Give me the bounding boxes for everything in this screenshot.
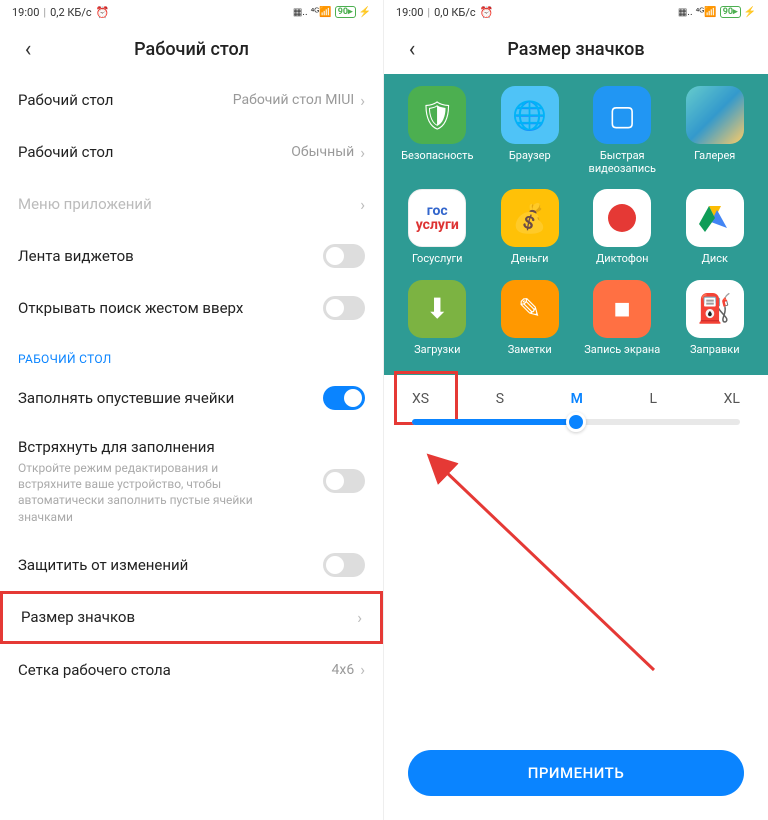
row-widgets[interactable]: Лента виджетов xyxy=(0,230,383,282)
icon-size-screen: 19:00 | 0,0 КБ/с ⏰ ▦.. ⁴ᴳ📶 90▸ ⚡ ‹ Разме… xyxy=(384,0,768,820)
battery-icon: 90▸ xyxy=(720,6,741,18)
row-shake[interactable]: Встряхнуть для заполнения Откройте режим… xyxy=(0,424,383,539)
sim-icon: ▦.. xyxy=(678,7,693,18)
size-xl[interactable]: XL xyxy=(724,391,740,407)
page-title: Рабочий стол xyxy=(0,39,383,60)
row-value: 4x6 xyxy=(332,662,355,678)
shield-icon: 🛡 xyxy=(408,86,466,144)
signal-icon: ⁴ᴳ📶 xyxy=(696,7,717,18)
app-fastrec[interactable]: ▢Быстрая видеозапись xyxy=(579,86,666,175)
size-m[interactable]: M xyxy=(571,391,583,407)
size-slider[interactable] xyxy=(412,419,740,425)
app-recorder[interactable]: Диктофон xyxy=(579,189,666,266)
record-icon xyxy=(593,189,651,247)
row-search-up[interactable]: Открывать поиск жестом вверх xyxy=(0,282,383,334)
slider-thumb[interactable] xyxy=(566,412,586,432)
battery-icon: 90▸ xyxy=(335,6,356,18)
row-label: Лента виджетов xyxy=(18,247,134,265)
globe-icon: 🌐 xyxy=(501,86,559,144)
status-time: 19:00 xyxy=(396,6,423,19)
gosuslugi-icon: госуслуги xyxy=(408,189,466,247)
size-selector: XS S M L XL xyxy=(384,375,768,435)
row-description: Откройте режим редактирования и встряхни… xyxy=(18,460,278,525)
size-s[interactable]: S xyxy=(496,391,504,407)
header: ‹ Рабочий стол xyxy=(0,24,383,74)
chevron-right-icon: › xyxy=(360,195,365,214)
chevron-right-icon: › xyxy=(357,608,362,627)
apply-button[interactable]: ПРИМЕНИТЬ xyxy=(408,750,744,796)
size-l[interactable]: L xyxy=(649,391,657,407)
chevron-right-icon: › xyxy=(360,91,365,110)
row-label: Рабочий стол xyxy=(18,143,113,161)
fuel-icon: ⛽ xyxy=(686,280,744,338)
row-label: Сетка рабочего стола xyxy=(18,661,171,679)
row-appmenu: Меню приложений › xyxy=(0,178,383,230)
row-label: Заполнять опустевшие ячейки xyxy=(18,389,234,407)
pencil-icon: ✎ xyxy=(501,280,559,338)
row-grid[interactable]: Сетка рабочего стола 4x6 › xyxy=(0,644,383,696)
app-screenrec[interactable]: ■Запись экрана xyxy=(579,280,666,357)
app-notes[interactable]: ✎Заметки xyxy=(487,280,574,357)
status-bar: 19:00 | 0,2 КБ/с ⏰ ▦.. ⁴ᴳ📶 90▸ ⚡ xyxy=(0,0,383,24)
row-value: Обычный xyxy=(291,144,354,160)
signal-icon: ⁴ᴳ📶 xyxy=(311,7,332,18)
gallery-icon xyxy=(686,86,744,144)
row-label: Меню приложений xyxy=(18,195,152,213)
toggle-lock[interactable] xyxy=(323,553,365,577)
app-gosuslugi[interactable]: госуслугиГосуслуги xyxy=(394,189,481,266)
row-label: Защитить от изменений xyxy=(18,556,188,574)
app-security[interactable]: 🛡Безопасность xyxy=(394,86,481,175)
app-gallery[interactable]: Галерея xyxy=(672,86,759,175)
row-value: Рабочий стол MIUI xyxy=(233,92,354,108)
charging-icon: ⚡ xyxy=(359,7,371,18)
status-time: 19:00 xyxy=(12,6,39,19)
chevron-right-icon: › xyxy=(360,143,365,162)
app-disk[interactable]: Диск xyxy=(672,189,759,266)
download-icon: ⬇ xyxy=(408,280,466,338)
toggle-shake[interactable] xyxy=(323,469,365,493)
wallet-icon: 💰 xyxy=(501,189,559,247)
row-lock[interactable]: Защитить от изменений xyxy=(0,539,383,591)
toggle-search-up[interactable] xyxy=(323,296,365,320)
status-bar: 19:00 | 0,0 КБ/с ⏰ ▦.. ⁴ᴳ📶 90▸ ⚡ xyxy=(384,0,768,24)
row-label: Рабочий стол xyxy=(18,91,113,109)
toggle-fill-empty[interactable] xyxy=(323,386,365,410)
row-label: Встряхнуть для заполнения xyxy=(18,438,278,456)
icon-preview: 🛡Безопасность 🌐Браузер ▢Быстрая видеозап… xyxy=(384,74,768,375)
drive-icon xyxy=(686,189,744,247)
settings-list[interactable]: Рабочий стол Рабочий стол MIUI › Рабочий … xyxy=(0,74,383,820)
alarm-icon: ⏰ xyxy=(480,6,494,19)
section-header: РАБОЧИЙ СТОЛ xyxy=(0,334,383,372)
toggle-widgets[interactable] xyxy=(323,244,365,268)
row-label: Открывать поиск жестом вверх xyxy=(18,299,243,317)
charging-icon: ⚡ xyxy=(744,7,756,18)
annotation-highlight xyxy=(394,371,458,425)
header: ‹ Размер значков xyxy=(384,24,768,74)
app-fuel[interactable]: ⛽Заправки xyxy=(672,280,759,357)
app-browser[interactable]: 🌐Браузер xyxy=(487,86,574,175)
status-speed: 0,0 КБ/с xyxy=(434,6,476,19)
page-title: Размер значков xyxy=(384,39,768,60)
chevron-right-icon: › xyxy=(360,660,365,679)
back-button[interactable]: ‹ xyxy=(400,37,424,61)
status-speed: 0,2 КБ/с xyxy=(50,6,92,19)
settings-screen: 19:00 | 0,2 КБ/с ⏰ ▦.. ⁴ᴳ📶 90▸ ⚡ ‹ Рабоч… xyxy=(0,0,384,820)
app-downloads[interactable]: ⬇Загрузки xyxy=(394,280,481,357)
row-icon-size[interactable]: Размер значков › xyxy=(0,591,383,644)
sim-icon: ▦.. xyxy=(293,7,308,18)
row-style[interactable]: Рабочий стол Обычный › xyxy=(0,126,383,178)
row-fill-empty[interactable]: Заполнять опустевшие ячейки xyxy=(0,372,383,424)
videocam-icon: ■ xyxy=(593,280,651,338)
alarm-icon: ⏰ xyxy=(96,6,110,19)
row-launcher[interactable]: Рабочий стол Рабочий стол MIUI › xyxy=(0,74,383,126)
back-button[interactable]: ‹ xyxy=(16,37,40,61)
camera-icon: ▢ xyxy=(593,86,651,144)
app-money[interactable]: 💰Деньги xyxy=(487,189,574,266)
row-label: Размер значков xyxy=(21,608,135,626)
